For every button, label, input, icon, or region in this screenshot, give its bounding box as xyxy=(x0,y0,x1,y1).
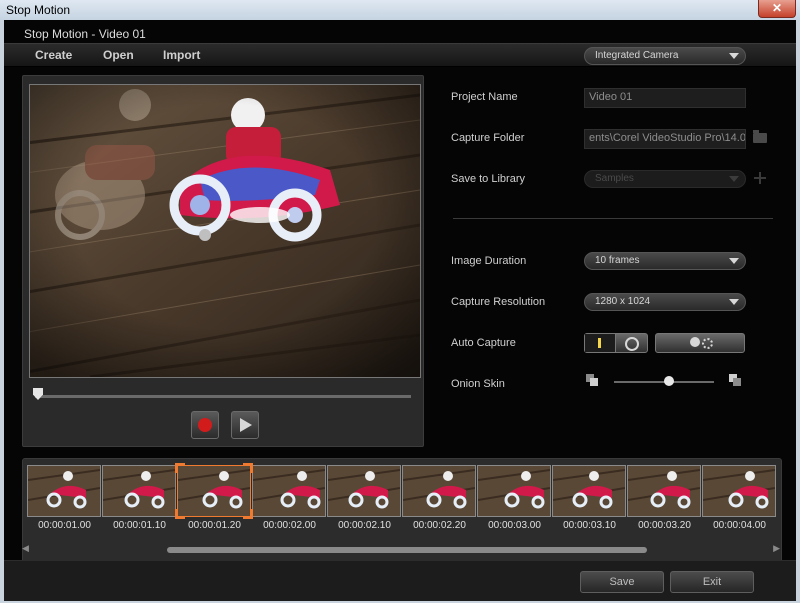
selection-corner-marker xyxy=(243,509,253,519)
timeline-timecode: 00:00:04.00 xyxy=(713,520,766,531)
camera-select[interactable]: Integrated Camera xyxy=(584,47,746,65)
preview-image xyxy=(30,85,420,377)
gear-icon xyxy=(702,338,713,349)
play-button[interactable] xyxy=(231,411,259,439)
project-name-value: Video 01 xyxy=(589,91,633,103)
exit-button[interactable]: Exit xyxy=(670,571,754,593)
folder-icon[interactable] xyxy=(753,130,767,143)
onion-skin-min-icon[interactable] xyxy=(586,374,600,388)
auto-capture-off[interactable] xyxy=(585,334,616,352)
playback-scrubber[interactable] xyxy=(35,395,411,398)
timeline-frame-thumbnail[interactable] xyxy=(102,465,176,517)
auto-capture-settings-button[interactable] xyxy=(655,333,745,353)
record-icon xyxy=(198,418,212,432)
camera-select-value: Integrated Camera xyxy=(595,50,679,61)
capture-resolution-value: 1280 x 1024 xyxy=(595,296,651,307)
onion-skin-label: Onion Skin xyxy=(451,378,505,390)
selection-corner-marker xyxy=(175,509,185,519)
timeline-frame-thumbnail[interactable] xyxy=(627,465,701,517)
save-library-label: Save to Library xyxy=(451,173,525,185)
section-divider xyxy=(453,218,773,219)
timeline-timecode: 00:00:02.00 xyxy=(263,520,316,531)
menu-create[interactable]: Create xyxy=(35,48,72,62)
video-preview xyxy=(29,84,421,378)
timeline-frame-thumbnail[interactable] xyxy=(702,465,776,517)
timeline-timecode: 00:00:02.10 xyxy=(338,520,391,531)
image-duration-label: Image Duration xyxy=(451,255,527,267)
menu-import[interactable]: Import xyxy=(163,48,200,62)
onion-skin-max-icon[interactable] xyxy=(729,374,743,388)
onion-skin-slider-handle[interactable] xyxy=(664,376,674,386)
window-titlebar: Stop Motion ✕ xyxy=(0,0,800,20)
auto-capture-label: Auto Capture xyxy=(451,337,516,349)
close-button[interactable]: ✕ xyxy=(758,0,796,18)
timeline-frame-thumbnail[interactable] xyxy=(402,465,476,517)
timeline-timecode: 00:00:01.00 xyxy=(38,520,91,531)
menu-open[interactable]: Open xyxy=(103,48,134,62)
scrubber-handle[interactable] xyxy=(33,388,43,400)
project-name-label: Project Name xyxy=(451,91,518,103)
auto-capture-toggle[interactable] xyxy=(584,333,648,353)
timeline-timecode: 00:00:02.20 xyxy=(413,520,466,531)
timeline-timecode: 00:00:03.00 xyxy=(488,520,541,531)
chevron-down-icon xyxy=(729,176,739,182)
timeline-timecode: 00:00:01.10 xyxy=(113,520,166,531)
project-name-field[interactable]: Video 01 xyxy=(584,88,746,108)
timeline-frame-thumbnail[interactable] xyxy=(327,465,401,517)
save-library-value: Samples xyxy=(595,173,634,184)
selection-corner-marker xyxy=(175,463,185,473)
capture-folder-label: Capture Folder xyxy=(451,132,525,144)
image-duration-value: 10 frames xyxy=(595,255,640,266)
capture-resolution-select[interactable]: 1280 x 1024 xyxy=(584,293,746,311)
timer-settings-icon xyxy=(690,337,700,347)
pause-icon xyxy=(598,338,601,348)
timeline-frame-thumbnail[interactable] xyxy=(252,465,326,517)
capture-folder-field[interactable]: ents\Corel VideoStudio Pro\14.0\ xyxy=(584,129,746,149)
add-library-icon[interactable] xyxy=(754,172,766,184)
menu-bar: Create Open Import Integrated Camera xyxy=(4,43,796,67)
app-subtitle: Stop Motion - Video 01 xyxy=(24,27,146,41)
app-window: Stop Motion - Video 01 Create Open Impor… xyxy=(4,20,796,601)
timeline-scrollbar[interactable]: ◀ ▶ xyxy=(22,543,780,557)
timeline-frame-thumbnail[interactable] xyxy=(477,465,551,517)
scroll-right-icon[interactable]: ▶ xyxy=(773,543,780,554)
chevron-down-icon xyxy=(729,53,739,59)
close-icon: ✕ xyxy=(771,1,783,15)
play-icon xyxy=(240,418,252,432)
timeline-timecode: 00:00:03.10 xyxy=(563,520,616,531)
image-duration-select[interactable]: 10 frames xyxy=(584,252,746,270)
scroll-left-icon[interactable]: ◀ xyxy=(22,543,29,554)
timeline-frame-thumbnail[interactable] xyxy=(177,465,251,517)
timeline-frame-thumbnail[interactable] xyxy=(552,465,626,517)
save-button[interactable]: Save xyxy=(580,571,664,593)
timeline-frame-thumbnail[interactable] xyxy=(27,465,101,517)
preview-panel xyxy=(22,75,424,447)
scrollbar-thumb[interactable] xyxy=(167,547,647,553)
chevron-down-icon xyxy=(729,258,739,264)
record-button[interactable] xyxy=(191,411,219,439)
window-title: Stop Motion xyxy=(6,3,71,17)
auto-capture-on-icon[interactable] xyxy=(625,337,639,351)
selection-corner-marker xyxy=(243,463,253,473)
save-library-select[interactable]: Samples xyxy=(584,170,746,188)
bottom-bar: Save Exit xyxy=(4,560,796,601)
chevron-down-icon xyxy=(729,299,739,305)
timeline-timecode: 00:00:03.20 xyxy=(638,520,691,531)
timeline-timecode: 00:00:01.20 xyxy=(188,520,241,531)
capture-resolution-label: Capture Resolution xyxy=(451,296,546,308)
capture-folder-value: ents\Corel VideoStudio Pro\14.0\ xyxy=(589,132,746,144)
